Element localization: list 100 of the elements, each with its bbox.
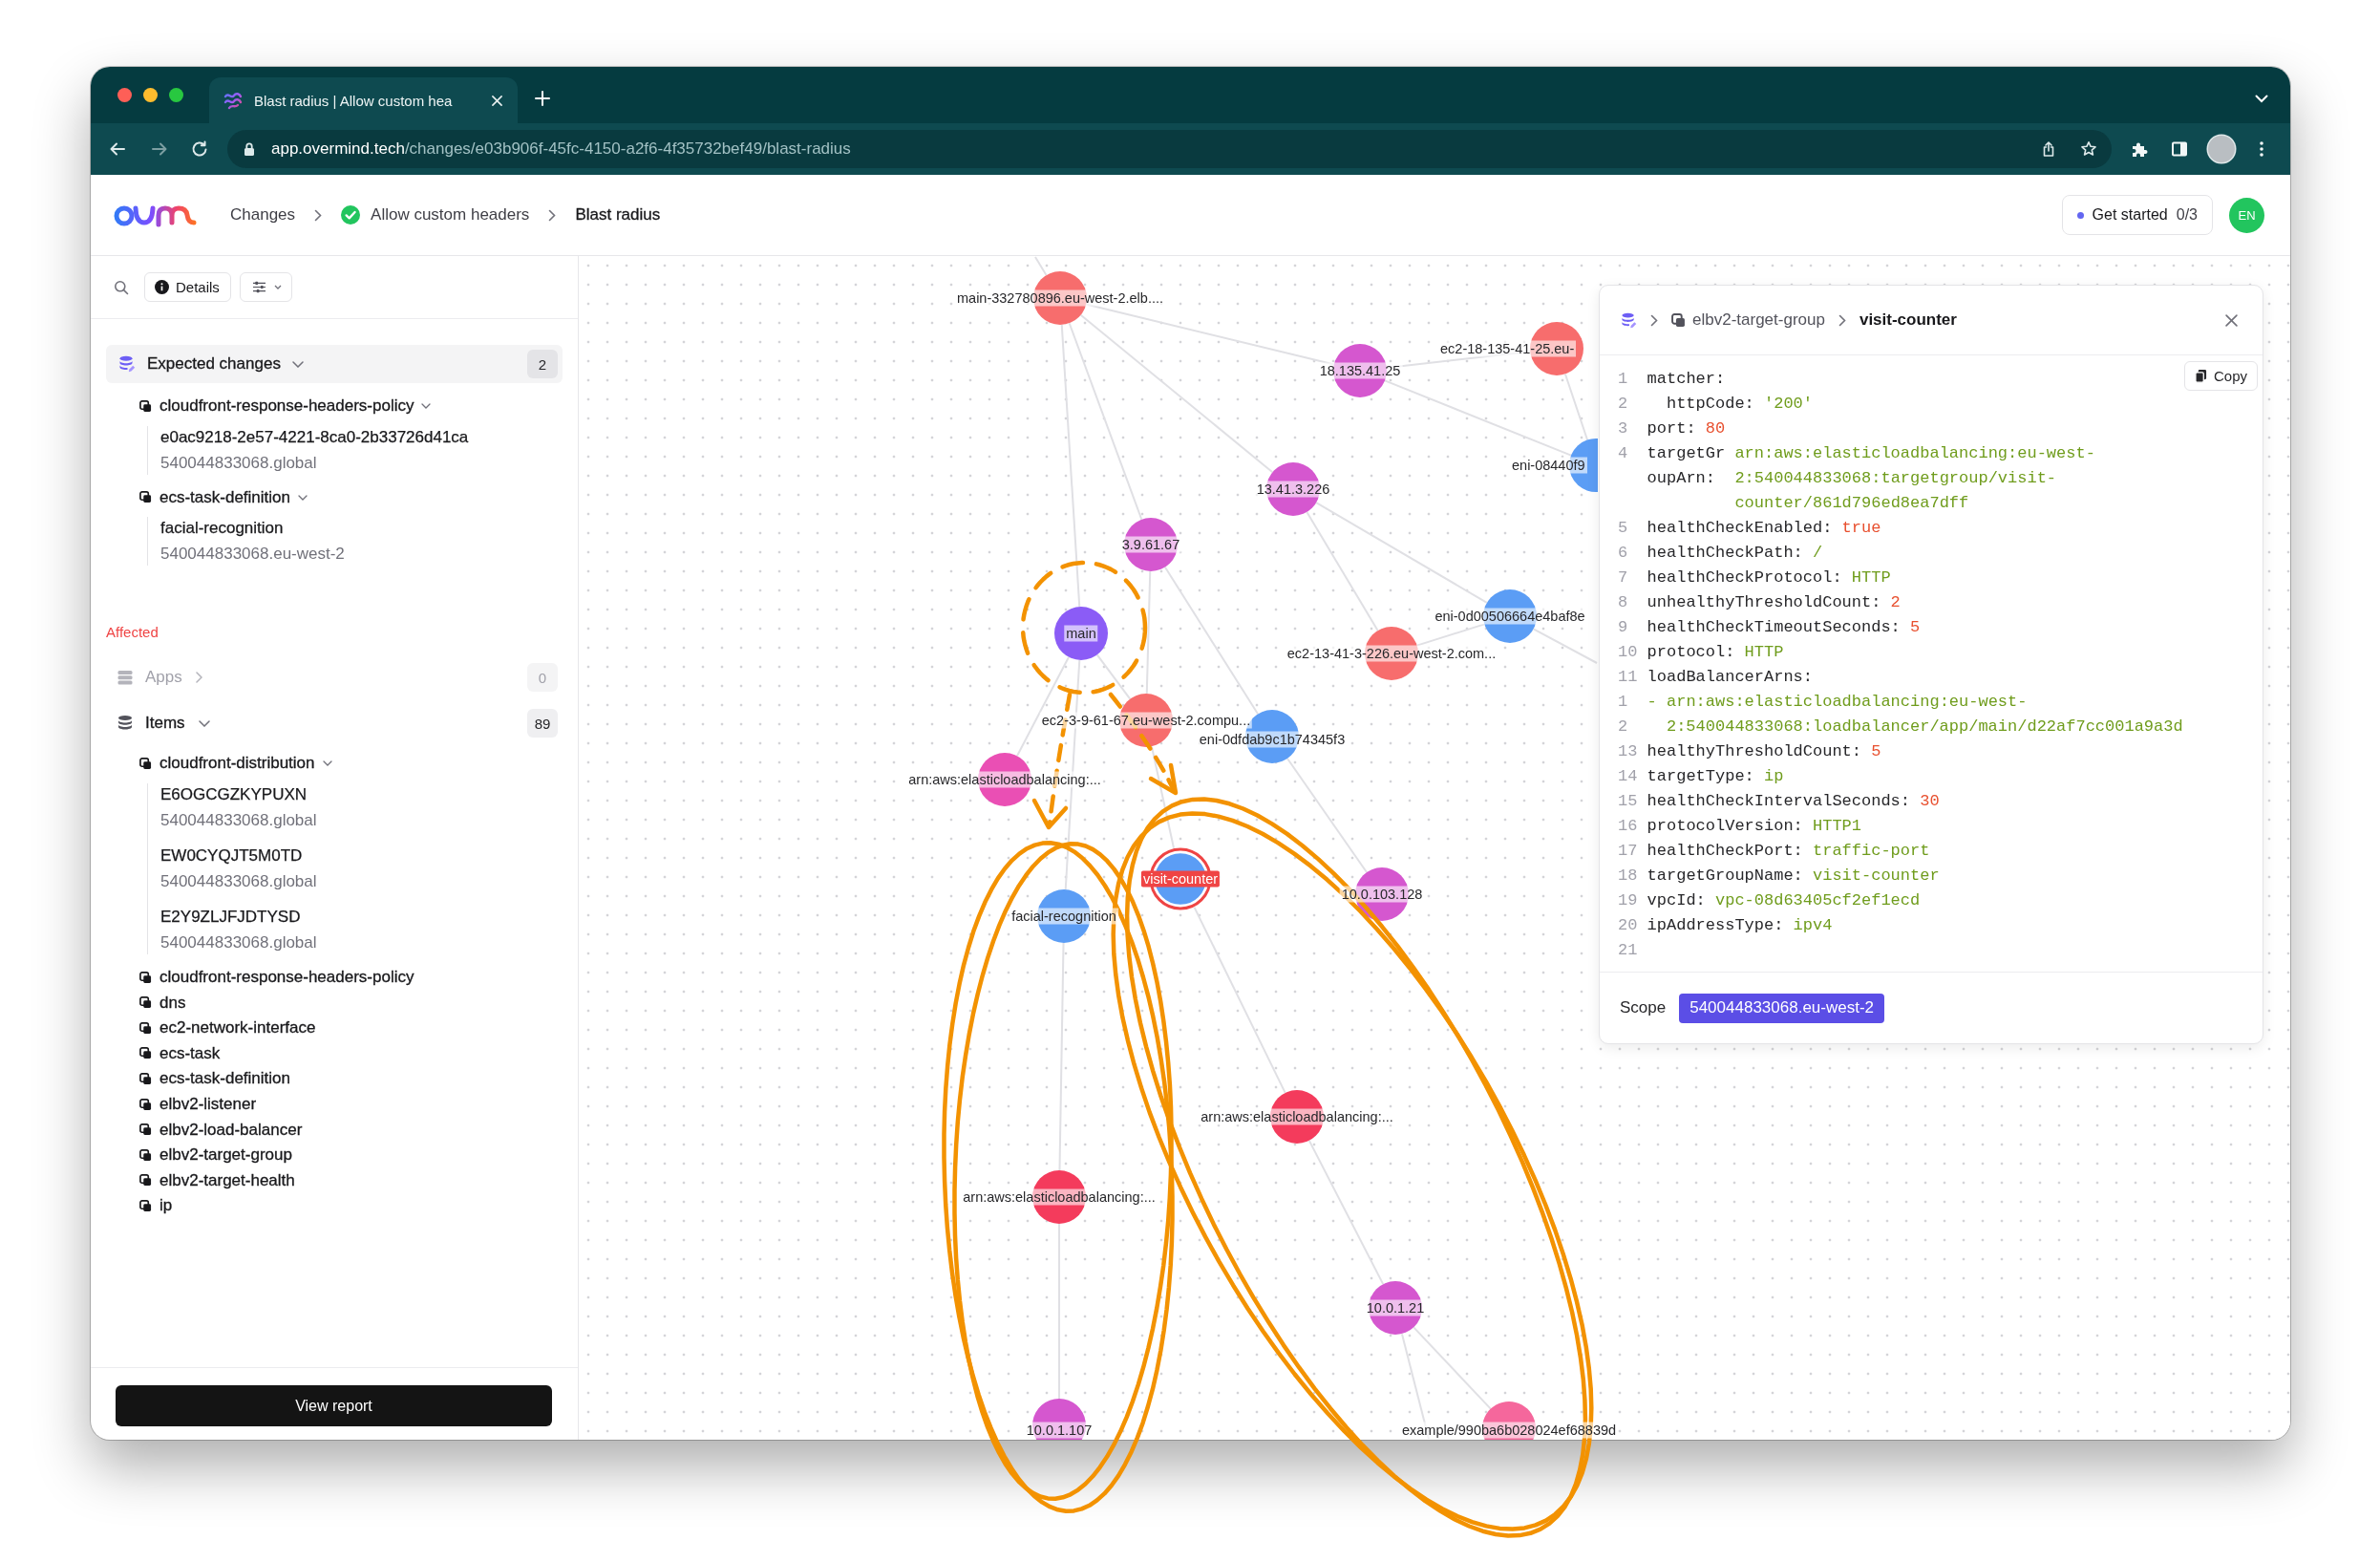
line-number: 2 <box>1618 394 1629 413</box>
line-number: 13 <box>1618 741 1638 760</box>
stacked-squares-icon <box>1671 312 1686 328</box>
back-icon[interactable] <box>109 140 126 158</box>
resource-type-row[interactable]: cloudfront-response-headers-policy <box>139 394 432 419</box>
code-line: targetType: ip <box>1647 766 1784 785</box>
resource-name[interactable]: EW0CYQJT5M0TD <box>160 844 303 867</box>
node-label: main-332780896.eu-west-2.elb.... <box>955 289 1165 307</box>
view-report-button[interactable]: View report <box>116 1385 552 1426</box>
code-line: healthCheckIntervalSeconds: 30 <box>1647 791 1940 810</box>
breadcrumb-current: visit-counter <box>1859 310 1957 330</box>
side-panel-icon[interactable] <box>2171 140 2188 158</box>
node-label: 10.0.1.21 <box>1364 1299 1427 1316</box>
resource-type-row[interactable]: elbv2-target-group <box>139 1142 292 1168</box>
chevron-right-icon <box>548 208 557 222</box>
resource-type-row[interactable]: ecs-task-definition <box>139 1066 290 1092</box>
resource-type-row[interactable]: elbv2-load-balancer <box>139 1117 303 1143</box>
code-line: httpCode: '200' <box>1666 394 1813 413</box>
close-icon[interactable] <box>2225 313 2238 327</box>
graph-node[interactable] <box>1369 1281 1422 1335</box>
filter-button[interactable] <box>239 272 292 302</box>
breadcrumb-link[interactable]: Changes <box>230 205 296 225</box>
node-label: eni-0d00506664e4baf8e <box>1433 608 1587 625</box>
line-number: 15 <box>1618 791 1638 810</box>
code-line: 2:540044833068:loadbalancer/app/main/d22af7cc001a9a3d <box>1666 717 2183 736</box>
line-number: 9 <box>1618 617 1629 636</box>
section-toggle[interactable]: Items <box>117 714 210 734</box>
count-badge: 2 <box>527 350 558 378</box>
line-number: 8 <box>1618 592 1629 611</box>
resource-type-row[interactable]: elbv2-target-health <box>139 1167 295 1194</box>
node-label: eni-0dfdab9c1b74345f3 <box>1197 731 1348 748</box>
line-number: 16 <box>1618 816 1638 835</box>
chevron-down-icon[interactable] <box>2255 94 2268 103</box>
resource-scope: 540044833068.eu-west-2 <box>160 544 345 566</box>
resource-type-row[interactable]: ecs-task-definition <box>139 484 308 511</box>
code-line: healthCheckTimeoutSeconds: 5 <box>1647 617 1921 636</box>
resource-type-row[interactable]: ec2-network-interface <box>139 1015 316 1041</box>
resource-type-row[interactable]: dns <box>139 990 186 1016</box>
graph-node[interactable] <box>1124 518 1178 571</box>
line-number: 14 <box>1618 766 1638 785</box>
resource-name[interactable]: facial-recognition <box>160 517 284 541</box>
line-number: 21 <box>1618 940 1638 959</box>
lock-icon <box>243 141 256 157</box>
stacked-squares-icon <box>139 399 152 413</box>
graph-node[interactable] <box>1054 607 1108 660</box>
stacked-squares-icon <box>139 1123 152 1137</box>
resource-type-row[interactable]: elbv2-listener <box>139 1091 257 1118</box>
scope-label: Scope <box>1620 998 1667 1017</box>
details-button[interactable]: Details <box>144 272 231 302</box>
maximize-window-icon[interactable] <box>169 88 183 102</box>
plus-icon[interactable] <box>535 91 550 106</box>
get-started-button[interactable]: Get started 0/3 <box>2061 195 2213 235</box>
resource-name[interactable]: E6OGCGZKYPUXN <box>160 782 308 806</box>
resource-type-row[interactable]: ecs-task <box>139 1040 221 1067</box>
graph-edge <box>1532 628 1598 664</box>
code-line: healthCheckPort: traffic-port <box>1647 841 1930 860</box>
info-icon <box>155 280 169 294</box>
node-label: example/990ba6b028024ef68839d <box>1399 1422 1619 1439</box>
forward-icon[interactable] <box>151 140 168 158</box>
minimize-window-icon[interactable] <box>143 88 158 102</box>
resource-type-row[interactable]: cloudfront-response-headers-policy <box>139 964 414 991</box>
code-line: counter/861d796ed8ea7dff <box>1734 493 1969 512</box>
code-line: oupArn: 2:540044833068:targetgroup/visit- <box>1647 468 2057 487</box>
profile-avatar[interactable] <box>2208 136 2235 162</box>
code-line: targetGroupName: visit-counter <box>1647 866 1940 885</box>
layers-icon <box>117 669 134 687</box>
count-badge: 89 <box>527 709 558 738</box>
code-line: vpcId: vpc-08d63405cf2ef1ecd <box>1647 890 1921 909</box>
close-window-icon[interactable] <box>117 88 132 102</box>
line-number: 7 <box>1618 567 1629 587</box>
search-icon[interactable] <box>114 279 129 295</box>
code-line: healthCheckEnabled: true <box>1647 518 1881 537</box>
sliders-icon <box>251 281 266 293</box>
address-bar[interactable]: app.overmind.tech/changes/e03b906f-45fc-4150-a2f6-4f35732bef49/blast-radius <box>227 130 2112 168</box>
resource-scope: 540044833068.global <box>160 870 317 892</box>
code-line: matcher: <box>1647 369 1726 388</box>
resource-name[interactable]: E2Y9ZLJFJDTYSD <box>160 905 301 929</box>
line-number: 17 <box>1618 841 1638 860</box>
resource-name[interactable]: e0ac9218-2e57-4221-8ca0-2b33726d41ca <box>160 425 469 449</box>
code-line: healthCheckProtocol: HTTP <box>1647 567 1891 587</box>
puzzle-icon[interactable] <box>2131 140 2148 158</box>
graph-edge <box>1095 653 1132 700</box>
expected-changes-row[interactable]: Expected changes 2 <box>106 345 563 383</box>
copy-button[interactable]: Copy <box>2183 361 2258 391</box>
breadcrumb-link[interactable]: elbv2-target-group <box>1692 310 1825 330</box>
more-icon[interactable] <box>2260 140 2263 158</box>
node-label: main <box>1064 625 1098 642</box>
status-dot-icon <box>2076 211 2084 219</box>
node-label: visit-counter <box>1140 870 1221 888</box>
browser-tab[interactable]: Blast radius | Allow custom hea <box>209 77 518 123</box>
breadcrumb-link[interactable]: Allow custom headers <box>341 205 530 225</box>
resource-scope: 540044833068.global <box>160 452 317 474</box>
line-number: 4 <box>1618 443 1629 462</box>
resource-type-row[interactable]: ip <box>139 1193 173 1219</box>
code-line: healthyThresholdCount: 5 <box>1647 741 1881 760</box>
resource-type-row[interactable]: cloudfront-distribution <box>139 751 332 777</box>
star-icon[interactable] <box>2080 140 2097 158</box>
reload-icon[interactable] <box>191 140 208 158</box>
stacked-squares-icon <box>139 996 152 1010</box>
stacked-squares-icon <box>139 1098 152 1111</box>
